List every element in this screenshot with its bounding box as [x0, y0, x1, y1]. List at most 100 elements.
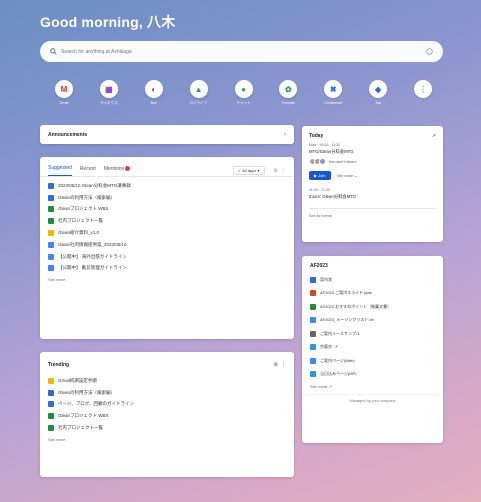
app-shortcut[interactable]: ◆ Jira: [360, 80, 396, 106]
search-input[interactable]: Search for anything at Ashikaga: [61, 49, 426, 55]
list-item-label: 【公開中】 勤怠管理ガイドライン: [58, 265, 127, 271]
list-item[interactable]: ご案内メールサンプル: [302, 327, 443, 341]
app-label: チャット: [236, 101, 251, 105]
list-item[interactable]: AF2023 おすすめポイント（推薦文書）: [302, 300, 443, 314]
managed-note: Managed by your company: [302, 394, 443, 403]
app-shortcut[interactable]: ✖ Confluence: [315, 80, 351, 106]
see-more-link[interactable]: See more: [40, 274, 294, 285]
app-shortcut[interactable]: M Gmail: [46, 80, 82, 106]
list-item[interactable]: 京東京 - F: [302, 341, 443, 355]
trending-card: Trending ⚙ ⋮ Gmail初期設定手順 Gleanの利用方法（検索編） ペ…: [40, 352, 294, 477]
suggested-card: Suggested Recent Mentions ✓ All apps ▾ ⚙…: [40, 157, 294, 339]
tab-suggested[interactable]: Suggested: [48, 165, 72, 176]
list-item[interactable]: Gleanプロジェクト WBS: [48, 204, 286, 216]
list-item[interactable]: 【公開中】 海外出張ガイドライン: [48, 251, 286, 263]
suggested-list: 2023/05/10 Glean分科会MTG議事録 Gleanの利用方法（検索編）…: [40, 177, 294, 274]
sheets-icon: [48, 206, 54, 213]
search-bar[interactable]: Search for anything at Ashikaga: [40, 41, 443, 62]
app-shortcut[interactable]: ● チャット: [226, 80, 262, 106]
app-shortcut[interactable]: ✿ Pumpkin: [270, 80, 306, 106]
external-link-icon[interactable]: ↗: [432, 133, 436, 139]
app-label: Jira: [375, 101, 381, 105]
divider: [309, 208, 436, 209]
search-icon: [50, 48, 57, 55]
announcements-title: Announcements: [48, 131, 88, 138]
jira-icon: ◆: [369, 80, 388, 98]
event-title[interactable]: MTG/Glean分科会MTG: [309, 149, 436, 155]
see-more-link[interactable]: See more ↗: [302, 381, 443, 392]
docs-icon: [48, 241, 54, 248]
sheets-icon: [310, 303, 316, 310]
list-item[interactable]: Glean社内情報提供案_2023/05/10: [48, 239, 286, 251]
list-item-label: 京東京 - F: [320, 344, 338, 350]
list-item[interactable]: AF2023 ご案内スライド.pptx: [302, 287, 443, 301]
app-shortcuts: M Gmail ▦ サイボウズ ◐ Box ▲ Gドライブ ● チャット ✿ Pumpkin ✖ Conf…: [46, 80, 441, 106]
af2023-title: AF2023: [310, 263, 328, 269]
see-more-label: See more: [336, 174, 353, 178]
tab-recent[interactable]: Recent: [80, 166, 96, 176]
app-shortcut[interactable]: ⋮: [405, 80, 441, 106]
list-item[interactable]: 社内プロジェクト一覧: [48, 422, 286, 434]
list-item-label: Gmail初期設定手順: [58, 377, 97, 383]
list-item-label: 当日込みページ(MP): [320, 371, 357, 377]
list-item[interactable]: 【公開中】 勤怠管理ガイドライン: [48, 263, 286, 275]
chevron-right-icon[interactable]: ›: [284, 132, 286, 138]
tab-mentions[interactable]: Mentions: [103, 165, 131, 176]
event-time: 11:00 - 12:00: [309, 188, 330, 192]
see-more-label: See more: [310, 384, 328, 389]
list-item[interactable]: Gleanの利用方法（検索編）: [48, 387, 286, 399]
gear-icon[interactable]: ⚙: [274, 168, 278, 174]
app-shortcut[interactable]: ◐ Box: [136, 80, 172, 106]
drive-icon: ▲: [189, 80, 208, 98]
list-item[interactable]: ご案内ページ(Web): [302, 354, 443, 368]
event-title[interactable]: Zoom: Glean分科会MTG: [309, 194, 436, 200]
more-options-icon[interactable]: ⋮: [281, 168, 286, 174]
join-button[interactable]: ▶ Join: [309, 171, 331, 180]
list-item[interactable]: Glean紹介資料_v1.0: [48, 227, 286, 239]
list-item-label: Glean紹介資料_v1.0: [58, 230, 100, 236]
trending-list: Gmail初期設定手順 Gleanの利用方法（検索編） ページ、ブログ、回顧のガイド…: [40, 372, 294, 434]
list-item-label: 社内プロジェクト一覧: [58, 218, 103, 224]
app-label: Confluence: [324, 101, 343, 105]
link-icon: [310, 371, 316, 378]
list-item[interactable]: Gmail初期設定手順: [48, 375, 286, 387]
today-title: Today: [309, 133, 324, 139]
confluence-icon: [48, 401, 54, 408]
list-item[interactable]: AF2023_メーリングリスト.txt: [302, 314, 443, 328]
list-item[interactable]: 社内プロジェクト一覧: [48, 215, 286, 227]
see-all-events-link[interactable]: See all events: [309, 214, 436, 218]
see-more-link[interactable]: See more ⌄: [337, 173, 358, 178]
more-options-icon[interactable]: ⋮: [281, 362, 286, 368]
tab-mentions-label: Mentions: [103, 165, 125, 172]
app-label: Gmail: [59, 101, 69, 105]
gear-icon[interactable]: ⚙: [274, 362, 278, 368]
af2023-card: AF2023 案内状 AF2023 ご案内スライド.pptx AF2023 おすすめ…: [302, 256, 443, 443]
list-item[interactable]: Gleanの利用方法（検索編）: [48, 192, 286, 204]
list-item-label: Gleanの利用方法（検索編）: [58, 389, 116, 395]
list-item-label: ご案内メールサンプル: [320, 330, 360, 336]
list-item[interactable]: ページ、ブログ、回顧のガイドライン: [48, 399, 286, 411]
clear-icon[interactable]: [426, 48, 433, 55]
app-label: Box: [150, 101, 157, 105]
docs-icon: [310, 317, 316, 324]
list-item[interactable]: 当日込みページ(MP): [302, 368, 443, 382]
app-filter-dropdown[interactable]: ✓ All apps ▾: [232, 166, 265, 175]
announcements-card[interactable]: Announcements ›: [40, 125, 294, 144]
app-shortcut[interactable]: ▲ Gドライブ: [181, 80, 217, 106]
chat-icon: ●: [234, 80, 253, 98]
today-card: Today ↗ Now · 10:00 - 11:30 MTG/Glean分科会…: [302, 126, 443, 242]
list-item[interactable]: 案内状: [302, 273, 443, 287]
attendees: Ken and 5 others: [309, 158, 436, 165]
attendees-text: Ken and 5 others: [329, 159, 357, 164]
list-item[interactable]: 2023/05/10 Glean分科会MTG議事録: [48, 180, 286, 192]
sheets-icon: [48, 425, 54, 432]
app-shortcut[interactable]: ▦ サイボウズ: [91, 80, 127, 106]
af2023-list: 案内状 AF2023 ご案内スライド.pptx AF2023 おすすめポイント（推薦…: [302, 273, 443, 381]
list-item-label: ページ、ブログ、回顧のガイドライン: [58, 401, 134, 407]
list-item[interactable]: Gleanプロジェクト WBS: [48, 410, 286, 422]
docs-icon: [310, 276, 316, 283]
list-item-label: 社内プロジェクト一覧: [58, 425, 103, 431]
see-more-link[interactable]: See more: [40, 434, 294, 445]
folder-icon: [310, 330, 316, 337]
greeting-title: Good morning, 八木: [40, 14, 176, 30]
